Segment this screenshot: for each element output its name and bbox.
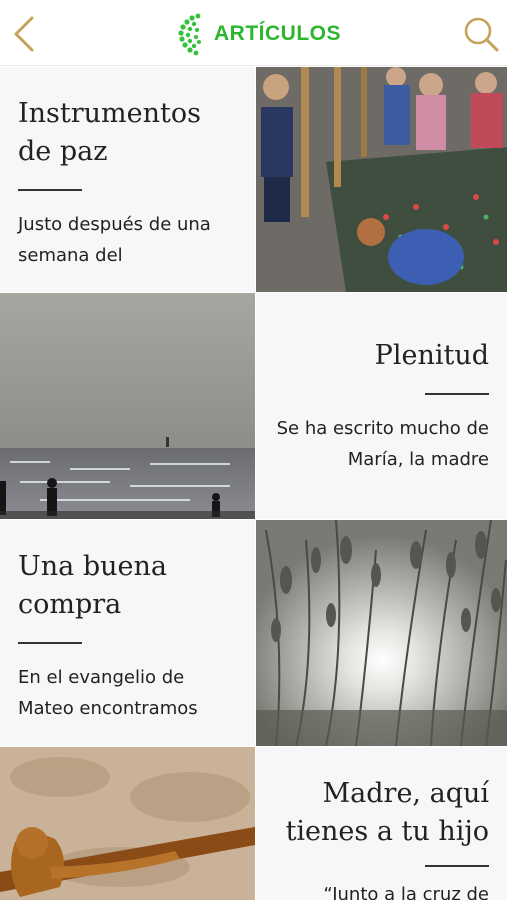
divider <box>425 393 489 395</box>
back-button[interactable] <box>8 12 48 56</box>
article-card[interactable]: Instrumentos de paz Justo después de una… <box>0 67 255 292</box>
article-card[interactable]: Madre, aquí tienes a tu hijo “Junto a la… <box>256 747 507 900</box>
logo-icon <box>178 13 201 56</box>
street-memorial-photo <box>256 67 507 292</box>
article-excerpt: Se ha escrito mucho de María, la madre <box>276 418 489 470</box>
search-button[interactable] <box>460 12 502 56</box>
chevron-left-icon <box>14 16 34 52</box>
article-card[interactable]: Plenitud Se ha escrito mucho de María, l… <box>256 293 507 519</box>
crucifix-sculpture-photo <box>0 747 255 900</box>
article-image[interactable] <box>256 520 507 746</box>
seaside-figures-photo <box>0 293 255 519</box>
articles-grid: Instrumentos de paz Justo después de una… <box>0 67 507 900</box>
divider <box>18 642 82 644</box>
grass-sunlight-photo <box>256 520 507 746</box>
app-header: ARTÍCULOS <box>0 0 507 66</box>
article-title: Plenitud <box>374 340 489 371</box>
article-title: Instrumentos de paz <box>18 98 201 167</box>
article-excerpt: Justo después de una semana del <box>18 214 211 266</box>
article-excerpt: “Junto a la cruz de <box>323 884 489 900</box>
page-title: ARTÍCULOS <box>214 22 341 45</box>
article-image[interactable] <box>0 293 255 519</box>
divider <box>425 865 489 867</box>
brand: ARTÍCULOS <box>178 12 341 56</box>
article-card[interactable]: Una buena compra En el evangelio de Mate… <box>0 520 255 746</box>
article-image[interactable] <box>0 747 255 900</box>
article-title: Una buena compra <box>18 551 167 620</box>
divider <box>18 189 82 191</box>
search-icon <box>464 17 499 52</box>
article-excerpt: En el evangelio de Mateo encontramos <box>18 667 198 719</box>
article-title: Madre, aquí tienes a tu hijo <box>285 778 489 847</box>
article-image[interactable] <box>256 67 507 292</box>
